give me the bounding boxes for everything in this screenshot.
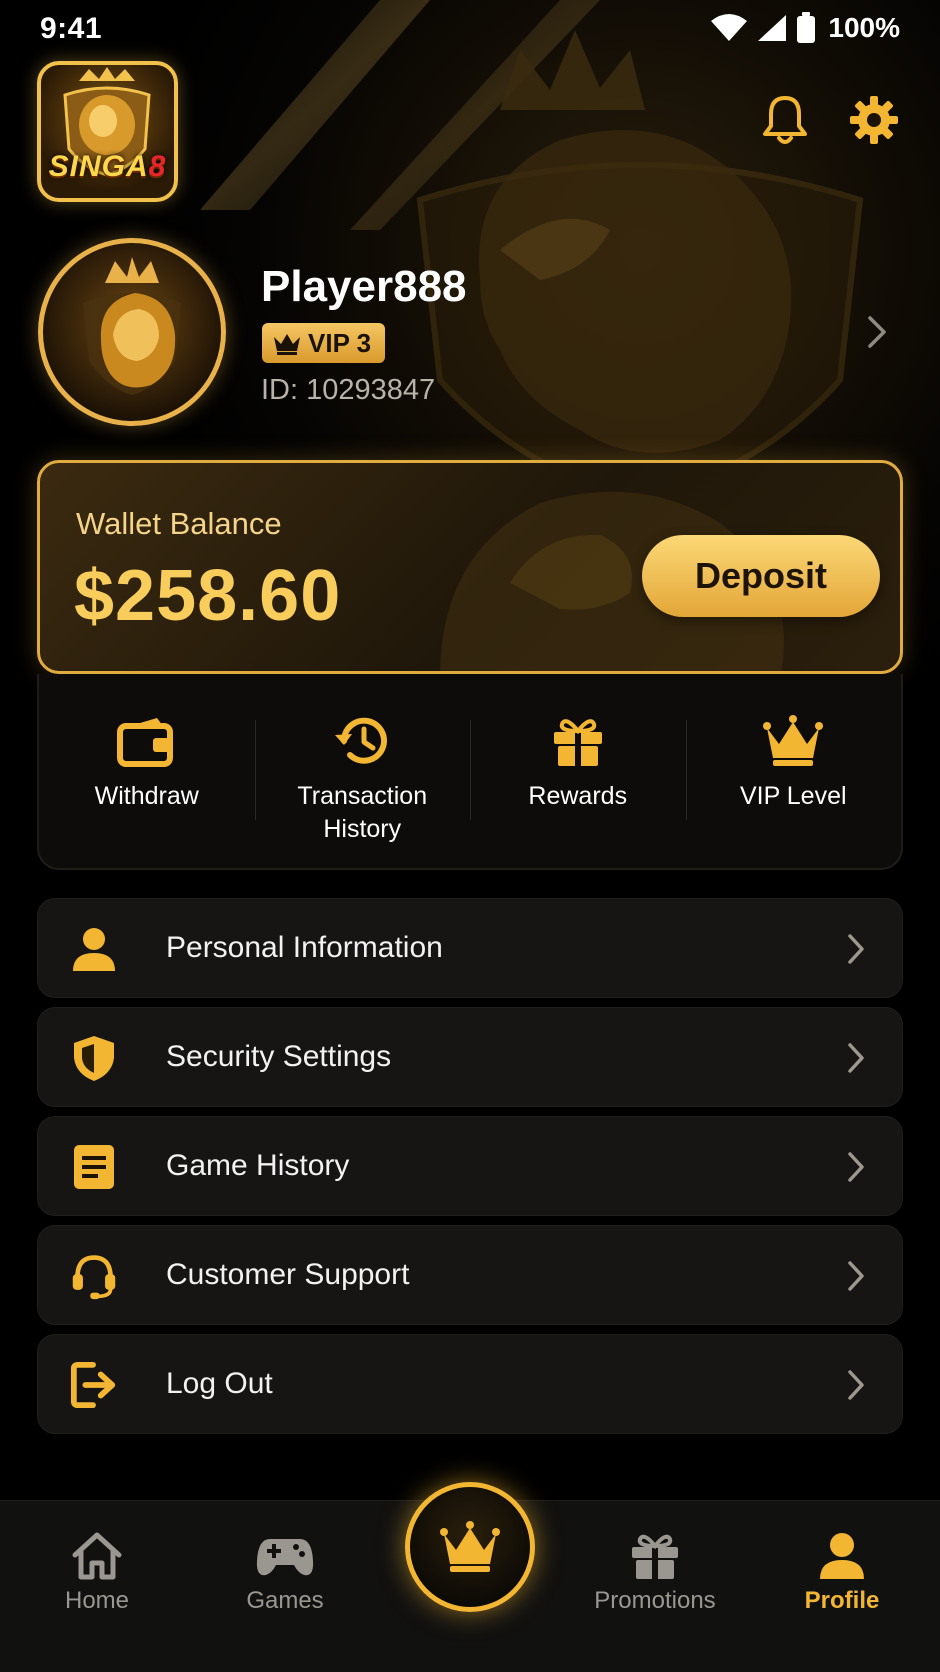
wallet-icon (116, 718, 173, 767)
logout-icon (70, 1361, 118, 1409)
gamepad-icon (256, 1539, 314, 1576)
chevron-right-icon (846, 1369, 866, 1406)
history-icon (335, 717, 388, 764)
menu-label: Customer Support (166, 1258, 410, 1291)
logo-text: SINGA8 (48, 150, 167, 183)
menu-label: Game History (166, 1149, 350, 1182)
nav-label: Games (246, 1587, 324, 1614)
user-id: ID: 10293847 (261, 374, 436, 406)
gift-icon (553, 719, 602, 766)
vip-badge-label: VIP 3 (308, 327, 372, 358)
chevron-right-icon (846, 1260, 866, 1297)
home-icon (72, 1532, 122, 1580)
nav-promotions[interactable]: Promotions (580, 1531, 730, 1615)
profile-screen: 9:41 100% SINGA8 Player888 VIP 3 ID: 102… (0, 0, 940, 1672)
rewards-label: Rewards (528, 782, 628, 810)
chevron-right-icon (846, 1151, 866, 1188)
profile-chevron-icon[interactable] (866, 314, 888, 355)
menu-item-personal-information[interactable]: Personal Information (37, 898, 903, 998)
status-time: 9:41 (40, 12, 103, 45)
menu-item-game-history[interactable]: Game History (37, 1116, 903, 1216)
wallet-card: Wallet Balance $258.60 Deposit (37, 460, 903, 674)
wifi-icon (711, 14, 748, 41)
vip-level-button[interactable]: VIP Level (685, 674, 902, 868)
menu-item-security-settings[interactable]: Security Settings (37, 1007, 903, 1107)
menu-label: Log Out (166, 1367, 273, 1400)
nav-home[interactable]: Home (22, 1531, 172, 1615)
withdraw-label: Withdraw (94, 782, 199, 810)
gift-icon (632, 1534, 678, 1579)
username: Player888 (261, 262, 467, 311)
bell-icon (763, 96, 807, 144)
withdraw-button[interactable]: Withdraw (39, 674, 255, 868)
rewards-button[interactable]: Rewards (470, 674, 686, 868)
headset-icon (70, 1252, 118, 1300)
avatar[interactable] (38, 238, 226, 426)
crown-icon (274, 334, 300, 355)
transaction-history-button[interactable]: Transaction History (254, 674, 471, 868)
vip-level-label: VIP Level (739, 782, 847, 810)
deposit-button[interactable]: Deposit (642, 535, 880, 617)
vip-badge: VIP 3 (262, 323, 386, 363)
chevron-right-icon (846, 933, 866, 970)
settings-button[interactable] (846, 92, 902, 148)
status-bar: 9:41 100% (0, 0, 940, 60)
battery-icon (797, 12, 816, 43)
status-icons: 100% (710, 12, 900, 44)
menu-label: Security Settings (166, 1040, 392, 1073)
gear-icon (850, 96, 898, 144)
document-icon (70, 1143, 118, 1191)
wallet-balance-amount: $258.60 (74, 556, 342, 636)
nav-games[interactable]: Games (210, 1531, 360, 1615)
user-icon (820, 1533, 864, 1579)
menu-label: Personal Information (166, 931, 443, 964)
menu-item-customer-support[interactable]: Customer Support (37, 1225, 903, 1325)
user-icon (70, 925, 118, 973)
battery-percent: 100% (828, 12, 900, 43)
app-logo[interactable]: SINGA8 (37, 61, 178, 202)
chevron-right-icon (846, 1042, 866, 1079)
wallet-balance-label: Wallet Balance (76, 506, 282, 541)
quick-actions: Withdraw Transaction History Rewards VIP… (37, 674, 903, 870)
menu-item-log-out[interactable]: Log Out (37, 1334, 903, 1434)
transaction-history-label: Transaction History (297, 782, 428, 843)
crown-icon (763, 715, 824, 766)
nav-label: Profile (804, 1587, 880, 1614)
avatar-lion-image (83, 257, 181, 395)
nav-profile[interactable]: Profile (767, 1531, 917, 1615)
nav-center-button[interactable] (405, 1482, 535, 1612)
nav-label: Home (64, 1587, 130, 1614)
shield-icon (70, 1034, 118, 1082)
crown-icon (440, 1521, 500, 1572)
notifications-button[interactable] (757, 92, 813, 148)
nav-label: Promotions (594, 1587, 716, 1614)
signal-icon (758, 15, 787, 41)
